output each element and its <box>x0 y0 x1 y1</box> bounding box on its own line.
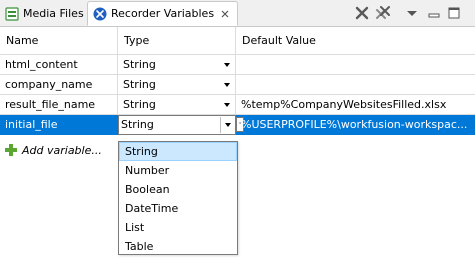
type-combo-editor[interactable]: String <box>118 115 236 135</box>
column-header-name[interactable]: Name <box>0 27 118 55</box>
add-variable-label: Add variable... <box>22 143 102 157</box>
default-value-editor[interactable]: · %USERPROFILE%\workfusion-workspac... <box>236 115 475 135</box>
variable-default-cell[interactable] <box>236 55 475 75</box>
variable-type-cell[interactable]: String <box>118 95 236 115</box>
table-row-selected[interactable]: initial_file String · %USERPROFILE%\work… <box>0 115 475 135</box>
add-plus-icon <box>5 144 17 156</box>
column-header-type[interactable]: Type <box>118 27 236 55</box>
variable-name-cell[interactable]: initial_file <box>0 115 118 135</box>
variable-type-cell[interactable]: String <box>118 55 236 75</box>
dropdown-option-list[interactable]: List <box>119 218 237 237</box>
tab-recorder-variables-label: Recorder Variables <box>111 7 215 20</box>
tab-media-files[interactable]: Media Files <box>0 2 87 25</box>
variable-type-value: String <box>123 78 156 91</box>
close-icon[interactable] <box>220 9 230 19</box>
variable-default-cell[interactable] <box>236 75 475 95</box>
recorder-variables-view: Media Files Recorder Variables Name Type… <box>0 0 475 266</box>
variable-name-cell[interactable]: company_name <box>0 75 118 95</box>
dropdown-option-string[interactable]: String <box>119 142 237 161</box>
type-combo-value: String <box>121 118 154 131</box>
media-files-icon <box>5 6 19 21</box>
tab-strip: Media Files Recorder Variables <box>0 0 475 27</box>
table-row[interactable]: result_file_name String %temp%CompanyWeb… <box>0 95 475 115</box>
chevron-down-icon <box>225 123 231 127</box>
variable-type-value: String <box>123 98 156 111</box>
remove-all-icon[interactable] <box>375 5 391 21</box>
table-row[interactable]: company_name String <box>0 75 475 95</box>
type-combo-dropdown-button[interactable] <box>220 117 234 133</box>
minimize-icon[interactable] <box>426 5 442 21</box>
tab-recorder-variables[interactable]: Recorder Variables <box>87 1 238 26</box>
variable-default-cell[interactable]: %USERPROFILE%\workfusion-workspac... <box>241 115 473 135</box>
view-menu-icon[interactable] <box>404 5 420 21</box>
chevron-down-icon <box>224 103 230 107</box>
variable-type-cell[interactable]: String <box>118 75 236 95</box>
dropdown-option-number[interactable]: Number <box>119 161 237 180</box>
dropdown-option-datetime[interactable]: DateTime <box>119 199 237 218</box>
variable-type-value: String <box>123 58 156 71</box>
column-header-default-value[interactable]: Default Value <box>236 27 475 55</box>
chevron-down-icon <box>224 83 230 87</box>
type-dropdown-list: String Number Boolean DateTime List Tabl… <box>118 141 238 255</box>
variable-name-cell[interactable]: html_content <box>0 55 118 75</box>
variable-name-cell[interactable]: result_file_name <box>0 95 118 115</box>
remove-x-icon[interactable] <box>354 5 370 21</box>
chevron-down-icon <box>224 63 230 67</box>
dropdown-option-boolean[interactable]: Boolean <box>119 180 237 199</box>
dropdown-option-table[interactable]: Table <box>119 237 237 256</box>
maximize-icon[interactable] <box>446 5 462 21</box>
add-variable-row[interactable]: Add variable... <box>0 140 102 160</box>
table-row[interactable]: html_content String <box>0 55 475 75</box>
recorder-icon <box>93 7 107 20</box>
tab-media-files-label: Media Files <box>23 7 84 20</box>
variable-default-cell[interactable]: %temp%CompanyWebsitesFilled.xlsx <box>236 95 475 115</box>
